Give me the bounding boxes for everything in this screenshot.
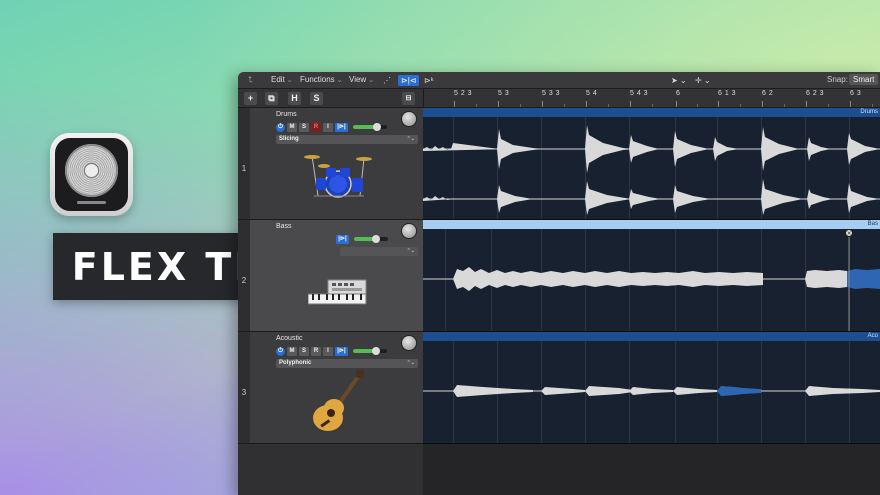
drum-kit-icon xyxy=(304,155,372,198)
flex-mode-select[interactable]: Polyphonic xyxy=(276,359,418,368)
logic-arrange-window: ⮤ Edit ⌄ Functions ⌄ View ⌄ ⋰ ⊳|⊲ ⊳ᵏ ➤ ⌄ ✛ … xyxy=(238,72,880,495)
collapse-icon[interactable]: ⊟ xyxy=(402,92,415,105)
lane-acoustic[interactable]: Aco xyxy=(423,332,880,444)
bar-ruler[interactable]: 5 2 3 5 3 5 3 3 5 4 5 4 3 6 6 1 3 6 2 6 … xyxy=(423,89,880,108)
track-controls: |⊳| xyxy=(336,234,388,244)
hide-button[interactable]: H xyxy=(288,92,301,105)
ruler-label: 5 2 3 xyxy=(454,90,473,97)
ruler-label: 5 3 xyxy=(498,90,510,97)
audio-region-drums[interactable] xyxy=(423,117,880,219)
solo-global-button[interactable]: S xyxy=(310,92,323,105)
catch-playhead-icon[interactable]: ⋰ xyxy=(380,75,394,86)
record-button[interactable]: R xyxy=(311,346,321,356)
ruler-label: 6 1 3 xyxy=(718,90,737,97)
track-header-bass[interactable]: 2 Bass |⊳| xyxy=(238,220,423,332)
track-number: 2 xyxy=(238,220,250,331)
drum-waveform xyxy=(423,125,880,215)
svg-text:×: × xyxy=(847,230,852,237)
flex-mode-select[interactable] xyxy=(340,247,418,256)
pan-knob[interactable] xyxy=(402,224,416,238)
solo-button[interactable]: S xyxy=(299,122,309,132)
snap-label: Snap: xyxy=(827,75,848,84)
track-header-acoustic[interactable]: 3 Acoustic ⏻ M S R I |⊳| Polyphonic xyxy=(238,332,423,444)
track-controls: ⏻ M S R I |⊳| xyxy=(276,346,387,356)
zoom-to-fit-icon[interactable]: ⊳ᵏ xyxy=(421,75,436,86)
audio-region-acoustic[interactable] xyxy=(423,341,880,443)
header-empty-area xyxy=(238,444,423,495)
input-monitor-button[interactable]: I xyxy=(323,346,333,356)
track-controls: ⏻ M S R I |⊳| xyxy=(276,122,387,132)
functions-menu[interactable]: Functions ⌄ xyxy=(300,75,343,84)
flex-track-icon[interactable]: |⊳| xyxy=(335,122,348,132)
add-track-button[interactable]: + xyxy=(244,92,257,105)
bass-waveform: × xyxy=(423,229,880,331)
record-button[interactable]: R xyxy=(311,122,321,132)
ruler-label: 6 2 3 xyxy=(806,90,825,97)
marquee-tool-icon[interactable]: ✛ ⌄ xyxy=(692,75,714,86)
track-name[interactable]: Drums xyxy=(276,111,297,118)
edit-menu[interactable]: Edit ⌄ xyxy=(271,75,293,84)
power-icon[interactable]: ⏻ xyxy=(276,346,285,356)
flex-mode-select[interactable]: Slicing xyxy=(276,135,418,144)
ruler-label: 5 4 3 xyxy=(630,90,649,97)
mute-button[interactable]: M xyxy=(287,346,297,356)
flex-track-icon[interactable]: |⊳| xyxy=(335,346,348,356)
region-name[interactable]: Bas xyxy=(423,220,880,229)
pan-knob[interactable] xyxy=(402,336,416,350)
ruler-label: 6 3 xyxy=(850,90,862,97)
toolbar: ⮤ Edit ⌄ Functions ⌄ View ⌄ ⋰ ⊳|⊲ ⊳ᵏ ➤ ⌄ ✛ … xyxy=(238,72,880,89)
region-name[interactable]: Aco xyxy=(423,332,880,341)
track-header-drums[interactable]: 1 Drums ⏻ M S R I |⊳| Slicing xyxy=(238,108,423,220)
acoustic-waveform xyxy=(423,385,880,397)
track-number: 1 xyxy=(238,108,250,219)
ruler-label: 5 4 xyxy=(586,90,598,97)
keyboard-synth-icon xyxy=(308,279,367,305)
logic-pro-app-icon xyxy=(50,133,133,216)
region-name[interactable]: Drums xyxy=(423,108,880,117)
volume-fader[interactable] xyxy=(353,123,387,131)
input-monitor-button[interactable]: I xyxy=(323,122,333,132)
track-name[interactable]: Acoustic xyxy=(276,335,302,342)
back-arrow-icon[interactable]: ⮤ xyxy=(248,75,253,85)
lane-drums[interactable]: Drums xyxy=(423,108,880,220)
pan-knob[interactable] xyxy=(402,112,416,126)
ruler-label: 5 3 3 xyxy=(542,90,561,97)
ruler-label: 6 xyxy=(676,90,681,97)
view-menu[interactable]: View ⌄ xyxy=(349,75,374,84)
empty-track-area[interactable] xyxy=(423,444,880,495)
solo-button[interactable]: S xyxy=(299,346,309,356)
flex-track-icon[interactable]: |⊳| xyxy=(336,234,349,244)
flex-icon[interactable]: ⊳|⊲ xyxy=(398,75,420,86)
duplicate-track-icon[interactable]: ⧉ xyxy=(265,92,278,105)
lane-bass[interactable]: Bas × xyxy=(423,220,880,332)
ruler-label: 6 2 xyxy=(762,90,774,97)
power-icon[interactable]: ⏻ xyxy=(276,122,285,132)
track-header-toolbar: + ⧉ H S ⊟ xyxy=(238,89,423,108)
snap-select[interactable]: Smart xyxy=(849,74,879,85)
volume-fader[interactable] xyxy=(354,235,388,243)
volume-fader[interactable] xyxy=(353,347,387,355)
audio-region-bass[interactable]: × xyxy=(423,229,880,331)
track-name[interactable]: Bass xyxy=(276,223,292,230)
mute-button[interactable]: M xyxy=(287,122,297,132)
acoustic-guitar-icon xyxy=(313,370,364,431)
track-number: 3 xyxy=(238,332,250,443)
pointer-tool-icon[interactable]: ➤ ⌄ xyxy=(668,75,690,86)
